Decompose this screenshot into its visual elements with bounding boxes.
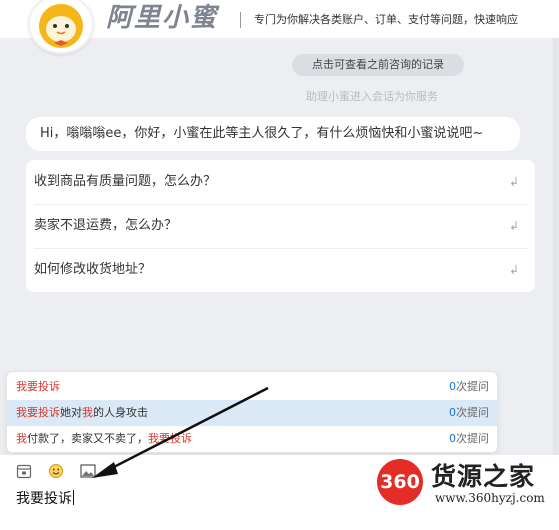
emoji-icon[interactable]: [48, 463, 64, 479]
watermark-url: www.360hyzj.com: [435, 491, 545, 505]
header-separator: [240, 12, 241, 28]
suggestion-item[interactable]: 我付款了，卖家又不卖了，我要投诉 0次提问: [7, 426, 497, 452]
suggestion-highlight: 我要投诉: [16, 380, 60, 393]
watermark-title: 货源之家: [431, 462, 536, 491]
suggestion-count: 0次提问: [449, 380, 489, 393]
watermark-badge: 360: [377, 459, 423, 505]
system-note: 助理小蜜进入会话为你服务: [306, 90, 438, 103]
header-bar: 阿里小蜜 专门为你解决各类账户、订单、支付等问题，快速响应: [0, 0, 559, 54]
greeting-message: Hi，嗡嗡嗡ee，你好，小蜜在此等主人很久了，有什么烦恼快和小蜜说说吧~: [26, 117, 520, 151]
suggestion-item-active[interactable]: 我要投诉她对我的人身攻击 0次提问: [7, 400, 497, 426]
view-history-button[interactable]: 点击可查看之前咨询的记录: [292, 54, 464, 76]
return-arrow-icon: ↲: [508, 219, 519, 233]
brand-title: 阿里小蜜: [106, 3, 219, 33]
header-slogan: 专门为你解决各类账户、订单、支付等问题，快速响应: [254, 13, 518, 26]
return-arrow-icon: ↲: [508, 263, 519, 277]
text-caret: [73, 490, 74, 505]
watermark: 360 货源之家 www.360hyzj.com: [377, 455, 559, 530]
suggestion-count: 0次提问: [449, 406, 489, 419]
faq-card: 收到商品有质量问题，怎么办？ ↲ 卖家不退运费，怎么办？ ↲ 如何修改收货地址？…: [26, 160, 535, 292]
suggestion-count: 0次提问: [449, 432, 489, 445]
return-arrow-icon: ↲: [508, 175, 519, 189]
mascot-avatar: [28, 0, 94, 54]
suggestion-highlight: 我要投诉: [16, 406, 60, 419]
suggestion-item[interactable]: 我要投诉 0次提问: [7, 374, 497, 400]
faq-item-shipping-refund[interactable]: 卖家不退运费，怎么办？ ↲: [34, 204, 527, 248]
suggestion-highlight: 我: [16, 432, 27, 445]
faq-item-label: 如何修改收货地址？: [34, 262, 152, 277]
image-icon[interactable]: [80, 463, 96, 479]
faq-item-label: 收到商品有质量问题，怎么办？: [34, 174, 217, 189]
chat-scrollbar[interactable]: [553, 38, 559, 455]
suggestion-dropdown: 我要投诉 0次提问 我要投诉她对我的人身攻击 0次提问 我付款了，卖家又不卖了，…: [6, 371, 498, 453]
faq-item-quality[interactable]: 收到商品有质量问题，怎么办？ ↲: [34, 160, 527, 204]
calendar-icon[interactable]: [16, 463, 32, 479]
message-input[interactable]: 我要投诉: [16, 488, 74, 508]
faq-item-label: 卖家不退运费，怎么办？: [34, 218, 178, 233]
faq-item-change-address[interactable]: 如何修改收货地址？ ↲: [34, 248, 527, 292]
